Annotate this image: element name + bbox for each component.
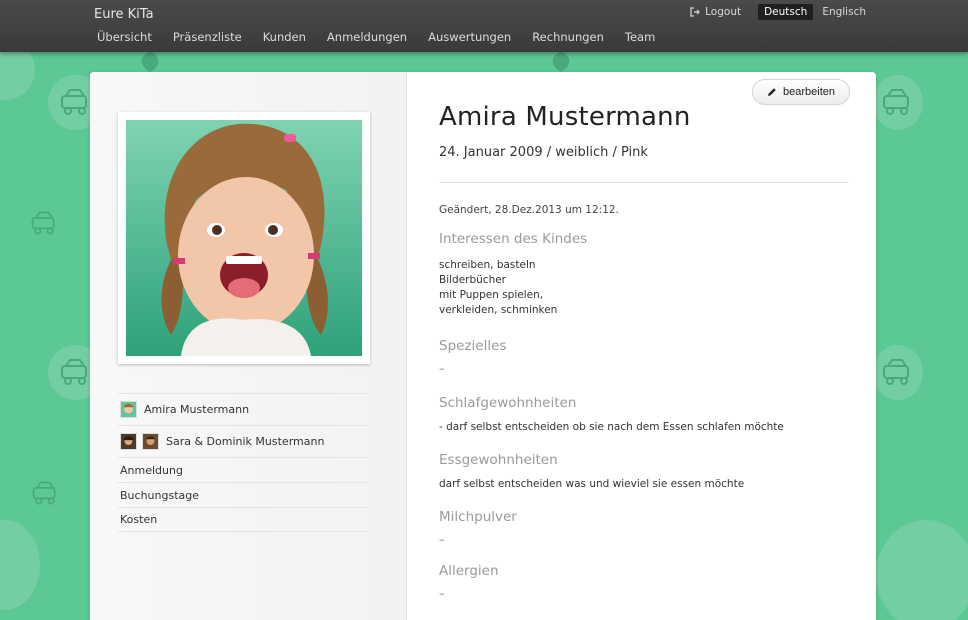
section-schlafgewohnheiten: Schlafgewohnheiten - darf selbst entsche… <box>439 395 849 435</box>
nav-item-uebersicht[interactable]: Übersicht <box>97 30 152 44</box>
side-item-label: Kosten <box>120 513 158 526</box>
section-allergien: Allergien – <box>439 563 849 600</box>
leaf-icon <box>552 52 570 72</box>
profile-card: Amira Mustermann Sara & Dominik Musterma… <box>90 72 876 620</box>
logout-icon <box>690 7 700 17</box>
side-item-label: Buchungstage <box>120 488 199 502</box>
car-icon <box>883 359 909 385</box>
section-line: Bilderbücher <box>439 274 507 286</box>
child-name: Amira Mustermann <box>439 102 691 132</box>
pencil-icon <box>768 88 776 96</box>
side-item-buchungstage[interactable]: Buchungstage <box>118 482 370 507</box>
section-title: Milchpulver <box>439 509 517 525</box>
section-spezielles: Spezielles – <box>439 338 849 375</box>
edit-button-label: bearbeiten <box>783 86 835 98</box>
car-icon <box>61 89 87 115</box>
side-item-child[interactable]: Amira Mustermann <box>118 393 370 425</box>
logout-link[interactable]: Logout <box>690 6 741 18</box>
car-icon <box>31 211 55 235</box>
section-title: Spezielles <box>439 338 507 354</box>
parent-thumbnail <box>120 433 137 450</box>
section-line: – <box>439 362 445 375</box>
side-item-label: Anmeldung <box>120 463 183 477</box>
section-line: - darf selbst entscheiden ob sie nach de… <box>439 421 784 433</box>
car-icon <box>32 481 56 505</box>
profile-sidebar: Amira Mustermann Sara & Dominik Musterma… <box>90 72 407 620</box>
nav-item-auswertungen[interactable]: Auswertungen <box>428 30 511 44</box>
lang-englisch[interactable]: Englisch <box>816 4 872 20</box>
nav-item-team[interactable]: Team <box>625 30 655 44</box>
child-photo <box>126 120 362 356</box>
section-title: Essgewohnheiten <box>439 452 558 468</box>
section-line: mit Puppen spielen, <box>439 289 544 301</box>
photo-frame <box>118 112 370 364</box>
logout-label: Logout <box>705 6 742 18</box>
side-item-label: Sara & Dominik Mustermann <box>166 435 325 448</box>
child-meta: 24. Januar 2009 / weiblich / Pink <box>439 145 648 160</box>
header-actions: Logout Deutsch Englisch <box>690 4 872 20</box>
nav-item-praesenzliste[interactable]: Präsenzliste <box>173 30 242 44</box>
last-changed: Geändert, 28.Dez.2013 um 12:12. <box>439 204 619 216</box>
section-line: – <box>439 533 445 546</box>
section-line: darf selbst entscheiden was und wieviel … <box>439 478 745 490</box>
section-body: schreiben, basteln Bilderbücher mit Pupp… <box>439 258 849 318</box>
parent-thumbnails <box>120 433 164 450</box>
brand-logo[interactable]: Eure KiTa <box>94 7 154 22</box>
child-thumbnail <box>120 401 137 418</box>
section-title: Interessen des Kindes <box>439 231 588 247</box>
section-title: Allergien <box>439 563 499 579</box>
nav-item-rechnungen[interactable]: Rechnungen <box>532 30 604 44</box>
divider <box>439 182 849 183</box>
side-item-label: Amira Mustermann <box>144 403 250 416</box>
section-line: verkleiden, schminken <box>439 304 558 316</box>
lang-deutsch[interactable]: Deutsch <box>758 4 814 20</box>
section-line: – <box>439 587 445 600</box>
top-navigation-bar: Eure KiTa Übersicht Präsenzliste Kunden … <box>0 0 968 52</box>
leaf-icon <box>141 52 159 72</box>
side-item-anmeldung[interactable]: Anmeldung <box>118 457 370 482</box>
nav-item-kunden[interactable]: Kunden <box>263 30 306 44</box>
section-line: schreiben, basteln <box>439 259 536 271</box>
section-milchpulver: Milchpulver – <box>439 509 849 546</box>
car-icon <box>883 89 909 115</box>
section-interessen: Interessen des Kindes schreiben, basteln… <box>439 231 849 318</box>
section-title: Schlafgewohnheiten <box>439 395 577 411</box>
profile-side-menu: Amira Mustermann Sara & Dominik Musterma… <box>118 393 370 532</box>
nav-item-anmeldungen[interactable]: Anmeldungen <box>327 30 407 44</box>
profile-details: Amira Mustermann 24. Januar 2009 / weibl… <box>439 102 849 600</box>
section-essgewohnheiten: Essgewohnheiten darf selbst entscheiden … <box>439 452 849 492</box>
side-item-kosten[interactable]: Kosten <box>118 507 370 532</box>
main-nav: Übersicht Präsenzliste Kunden Anmeldunge… <box>97 30 676 44</box>
parent-thumbnail <box>142 433 159 450</box>
side-item-parents[interactable]: Sara & Dominik Mustermann <box>118 425 370 457</box>
car-icon <box>61 359 87 385</box>
